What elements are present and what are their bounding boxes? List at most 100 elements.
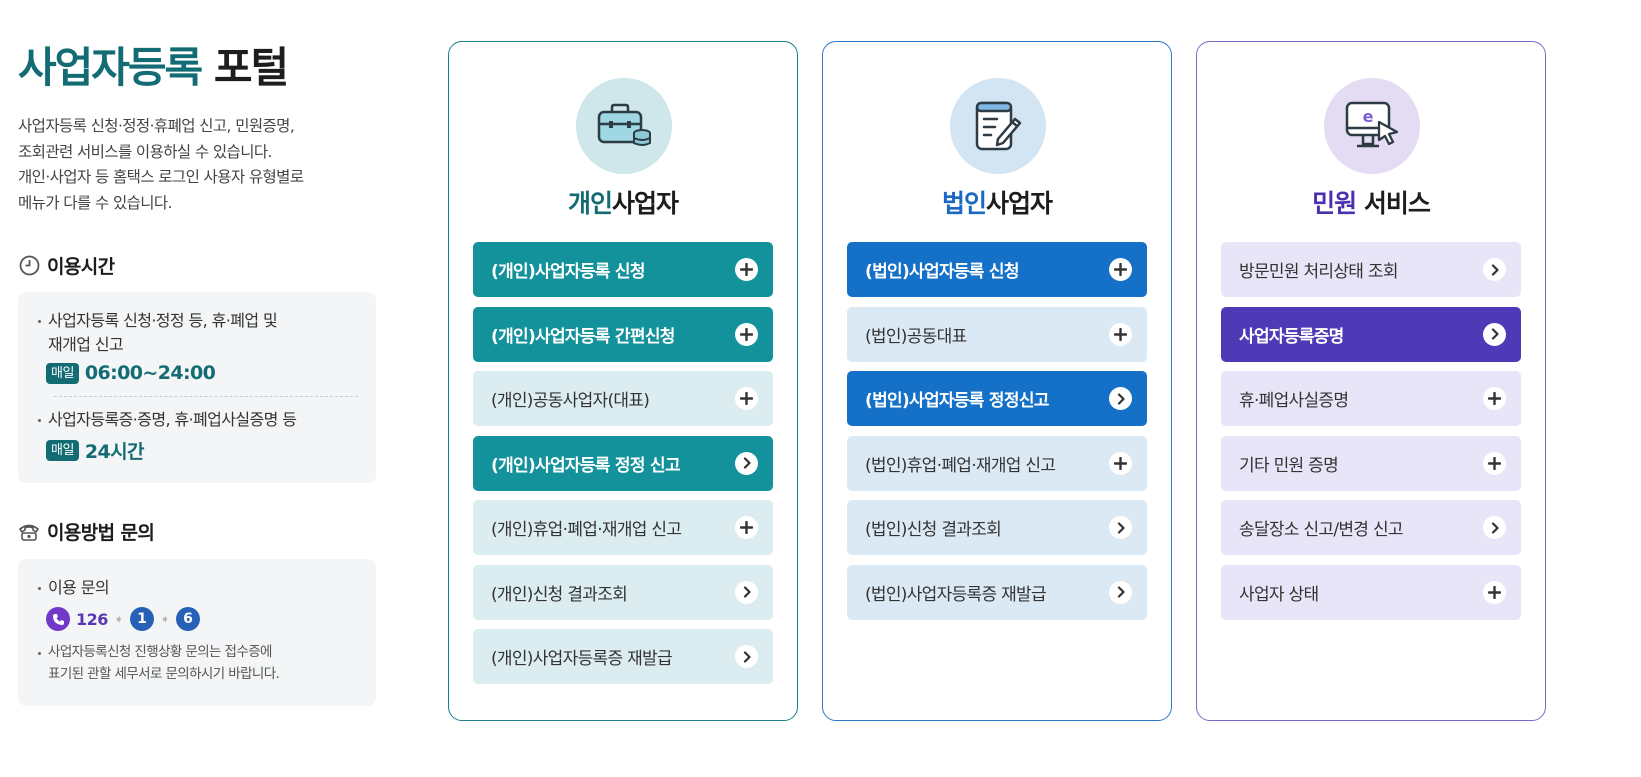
svg-text:e: e <box>1363 107 1374 126</box>
personal-menu: (개인)사업자등록 신청 (개인)사업자등록 간편신청 (개인)공동사업자(대표) (… <box>473 242 773 694</box>
civil-service-card: e 민원 서비스 방문민원 처리상태 조회사업자등록증명휴·폐업사실증명기타 민… <box>1196 41 1546 721</box>
hours-item-time-row: 매일 24시간 <box>46 437 358 464</box>
menu-item-label: 기타 민원 증명 <box>1239 455 1339 476</box>
menu-item-label: 사업자등록증명 <box>1239 326 1344 347</box>
inquiry-heading: 이용방법 문의 <box>18 518 155 545</box>
chevron-right-icon <box>735 580 758 604</box>
step-number: 1 <box>129 607 154 631</box>
phone-number: 126 <box>76 609 108 629</box>
menu-item[interactable]: (개인)공동사업자(대표) <box>473 371 773 426</box>
plus-icon <box>1483 387 1506 410</box>
chevron-right-icon <box>1483 258 1506 281</box>
menu-item[interactable]: 사업자등록증명 <box>1221 306 1521 362</box>
menu-item[interactable]: (법인)사업자등록증 재발급 <box>847 564 1147 620</box>
menu-item[interactable]: 사업자 상태 <box>1221 564 1521 620</box>
plus-icon <box>1483 451 1506 475</box>
card-title-highlight: 개인 <box>567 189 613 218</box>
menu-item[interactable]: (개인)사업자등록 간편신청 <box>473 306 773 362</box>
menu-item[interactable]: (개인)신청 결과조회 <box>473 564 773 620</box>
menu-item-label: (개인)사업자등록 정정 신고 <box>491 455 681 476</box>
card-title: 개인사업자 <box>449 184 797 220</box>
hours-box: 사업자등록 신청·정정 등, 휴·폐업 및 재개업 신고 매일 06:00~24… <box>18 292 376 483</box>
page-description: 사업자등록 신청·정정·휴폐업 신고, 민원증명, 조회관련 서비스를 이용하실… <box>18 117 304 212</box>
menu-item-label: (법인)사업자등록 정정신고 <box>865 391 1049 411</box>
menu-item[interactable]: (개인)사업자등록 정정 신고 <box>473 435 773 491</box>
menu-item[interactable]: (개인)휴업·폐업·재개업 신고 <box>473 500 773 555</box>
chevron-right-icon <box>1483 516 1506 539</box>
card-title-highlight: 민원 <box>1312 189 1357 218</box>
plus-icon <box>1109 258 1132 281</box>
menu-item-label: 휴·폐업사실증명 <box>1239 391 1349 411</box>
chevron-right-icon <box>1483 322 1506 346</box>
plus-icon <box>735 516 758 539</box>
menu-item-label: (법인)사업자등록증 재발급 <box>865 584 1047 605</box>
chevron-right-icon <box>1109 516 1132 539</box>
menu-item[interactable]: (법인)사업자등록 신청 <box>847 242 1147 297</box>
e-monitor-icon: e <box>1324 78 1420 174</box>
menu-item-label: (개인)사업자등록 간편신청 <box>491 326 675 347</box>
card-title-rest: 서비스 <box>1363 189 1431 218</box>
corporate-menu: (법인)사업자등록 신청 (법인)공동대표 (법인)사업자등록 정정신고 (법인)휴업… <box>847 242 1147 629</box>
inquiry-label: 이용 문의 <box>36 576 358 600</box>
plus-icon <box>1483 580 1506 604</box>
daily-badge: 매일 <box>46 440 79 461</box>
civil-menu: 방문민원 처리상태 조회사업자등록증명휴·폐업사실증명기타 민원 증명송달장소 … <box>1221 242 1521 629</box>
chevron-right-icon <box>735 645 758 668</box>
arrow-right-icon: ➧ <box>159 612 171 626</box>
daily-badge: 매일 <box>46 362 79 384</box>
plus-icon <box>1109 451 1132 475</box>
menu-item[interactable]: (법인)사업자등록 정정신고 <box>847 371 1147 426</box>
hours-item-text: 사업자등록 신청·정정 등, 휴·폐업 및 재개업 신고 <box>36 309 358 357</box>
menu-item[interactable]: 송달장소 신고/변경 신고 <box>1221 500 1521 555</box>
menu-item-label: 방문민원 처리상태 조회 <box>1239 262 1399 282</box>
menu-item[interactable]: (개인)사업자등록 신청 <box>473 242 773 297</box>
menu-item-label: (법인)휴업·폐업·재개업 신고 <box>865 455 1056 476</box>
personal-business-card: 개인사업자 (개인)사업자등록 신청 (개인)사업자등록 간편신청 (개인)공동사업… <box>448 41 798 721</box>
hours-item-time-row: 매일 06:00~24:00 <box>46 362 358 384</box>
document-pen-icon <box>950 78 1046 174</box>
menu-item[interactable]: 기타 민원 증명 <box>1221 435 1521 491</box>
plus-icon <box>735 322 758 346</box>
menu-item-label: (개인)공동사업자(대표) <box>491 391 650 411</box>
menu-item[interactable]: 방문민원 처리상태 조회 <box>1221 242 1521 297</box>
menu-item-label: 송달장소 신고/변경 신고 <box>1239 520 1404 540</box>
page-title: 사업자등록 포털 <box>18 40 378 96</box>
card-title-rest: 사업자 <box>986 189 1053 218</box>
inquiry-note: 사업자등록신청 진행상황 문의는 접수증에 표기된 관할 세무서로 문의하시기 … <box>36 641 358 685</box>
phone-steps: 126 ➧ 1 ➧ 6 <box>46 607 358 631</box>
menu-item[interactable]: 휴·폐업사실증명 <box>1221 371 1521 426</box>
menu-item-label: (법인)신청 결과조회 <box>865 520 1002 540</box>
menu-item-label: 사업자 상태 <box>1239 584 1319 605</box>
page-title-rest: 포털 <box>213 43 289 92</box>
phone-icon <box>46 607 70 631</box>
intro-section: 사업자등록 포털 사업자등록 신청·정정·휴폐업 신고, 민원증명, 조회관련 … <box>18 40 378 216</box>
menu-item-label: (개인)사업자등록 신청 <box>491 262 646 282</box>
menu-item-label: (개인)신청 결과조회 <box>491 584 628 605</box>
hours-heading-label: 이용시간 <box>47 256 115 278</box>
menu-item[interactable]: (법인)휴업·폐업·재개업 신고 <box>847 435 1147 491</box>
menu-item[interactable]: (법인)신청 결과조회 <box>847 500 1147 555</box>
inquiry-heading-label: 이용방법 문의 <box>47 522 155 544</box>
menu-item[interactable]: (개인)사업자등록증 재발급 <box>473 629 773 684</box>
chevron-right-icon <box>1109 387 1132 410</box>
menu-item-label: (개인)휴업·폐업·재개업 신고 <box>491 520 682 540</box>
card-title-rest: 사업자 <box>612 189 679 218</box>
menu-item-label: (법인)사업자등록 신청 <box>865 262 1020 282</box>
arrow-right-icon: ➧ <box>113 612 124 626</box>
inquiry-box: 이용 문의 126 ➧ 1 ➧ 6 사업자등록신청 진행상황 문의는 접수증에 … <box>18 559 376 706</box>
hours-time-value: 24시간 <box>84 441 145 463</box>
clock-icon <box>18 255 40 277</box>
card-title: 법인사업자 <box>823 184 1171 220</box>
step-number: 6 <box>176 607 201 631</box>
corporate-business-card: 법인사업자 (법인)사업자등록 신청 (법인)공동대표 (법인)사업자등록 정정신고… <box>822 41 1172 721</box>
chevron-right-icon <box>735 451 758 475</box>
menu-item-label: (개인)사업자등록증 재발급 <box>491 649 673 669</box>
hours-item-text: 사업자등록증·증명, 휴·폐업사실증명 등 <box>36 408 358 432</box>
card-title-highlight: 법인 <box>941 189 987 218</box>
plus-icon <box>735 387 758 410</box>
chevron-right-icon <box>1109 580 1132 604</box>
card-title: 민원 서비스 <box>1197 184 1545 220</box>
menu-item[interactable]: (법인)공동대표 <box>847 306 1147 362</box>
telephone-icon <box>18 521 40 543</box>
briefcase-icon <box>576 78 672 174</box>
